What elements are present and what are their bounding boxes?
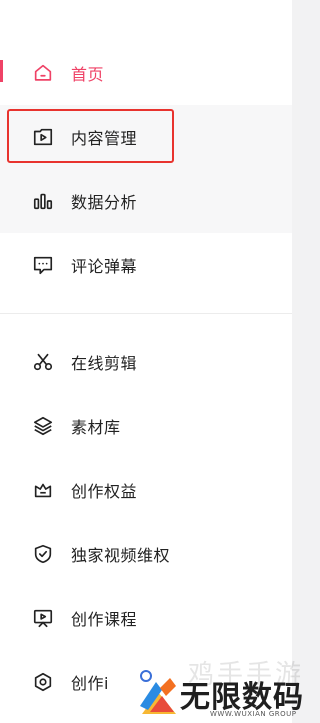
sidebar-item-data-analysis[interactable]: 数据分析 bbox=[0, 169, 292, 233]
sidebar-item-video-rights[interactable]: 独家视频维权 bbox=[0, 522, 292, 586]
sidebar-item-creator-courses[interactable]: 创作课程 bbox=[0, 586, 292, 650]
bar-chart-icon bbox=[30, 188, 56, 214]
shield-check-icon bbox=[30, 541, 56, 567]
scissors-icon bbox=[30, 349, 56, 375]
sidebar-item-label: 创作权益 bbox=[71, 482, 138, 501]
sidebar-item-label: 创作i bbox=[71, 674, 109, 693]
settings-icon bbox=[30, 669, 56, 695]
sidebar-item-online-editing[interactable]: 在线剪辑 bbox=[0, 330, 292, 394]
sidebar-item-creator-benefits[interactable]: 创作权益 bbox=[0, 458, 292, 522]
highlight-annotation-box bbox=[7, 109, 174, 163]
section-divider bbox=[0, 313, 292, 314]
comment-icon bbox=[30, 252, 56, 278]
home-icon bbox=[30, 60, 56, 86]
watermark: 鸡手手游 无限数码 WWW.WUXIAN GROUP bbox=[136, 652, 320, 723]
sidebar-item-label: 在线剪辑 bbox=[71, 354, 138, 373]
sidebar-item-label: 独家视频维权 bbox=[71, 546, 171, 565]
watermark-url-text: WWW.WUXIAN GROUP bbox=[210, 710, 297, 718]
course-icon bbox=[30, 605, 56, 631]
sidebar-item-label: 素材库 bbox=[71, 418, 121, 437]
sidebar-item-label: 首页 bbox=[71, 65, 105, 84]
sidebar-item-material-library[interactable]: 素材库 bbox=[0, 394, 292, 458]
crown-icon bbox=[30, 477, 56, 503]
sidebar-item-label: 评论弹幕 bbox=[71, 257, 138, 276]
sidebar-item-label: 创作课程 bbox=[71, 610, 138, 629]
sidebar-item-label: 数据分析 bbox=[71, 193, 138, 212]
sidebar-item-comments[interactable]: 评论弹幕 bbox=[0, 233, 292, 297]
layers-icon bbox=[30, 413, 56, 439]
scrollbar-track[interactable] bbox=[292, 0, 320, 723]
sidebar-item-home[interactable]: 首页 bbox=[0, 41, 292, 105]
watermark-logo bbox=[140, 670, 176, 714]
active-indicator bbox=[0, 60, 3, 82]
